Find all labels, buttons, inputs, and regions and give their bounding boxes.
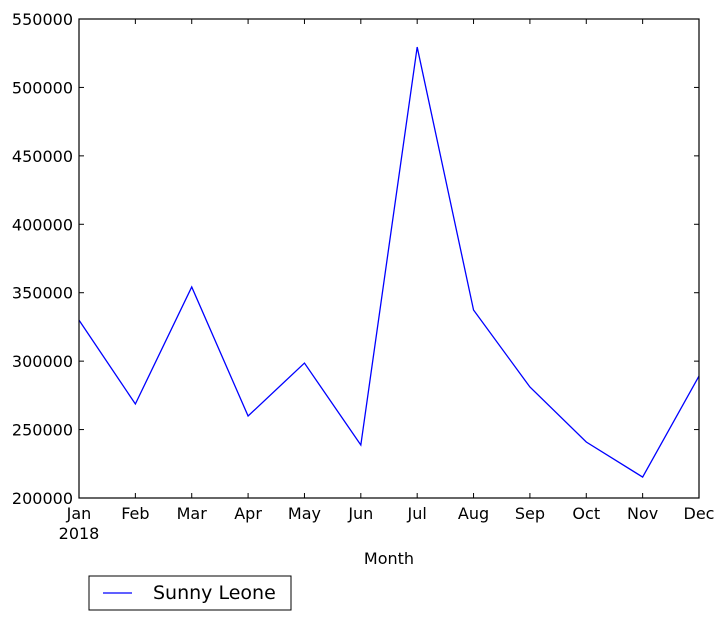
x-tick-label: Jul bbox=[407, 504, 427, 523]
series-line-sunny-leone bbox=[78, 46, 700, 478]
y-tick-label: 400000 bbox=[12, 215, 73, 234]
y-axis-ticks: 200000 250000 300000 350000 400000 450000 5000… bbox=[12, 10, 699, 508]
x-tick-label: Aug bbox=[458, 504, 489, 523]
x-tick-label: Feb bbox=[121, 504, 149, 523]
x-tick-label: Jan bbox=[66, 504, 92, 523]
y-tick-label: 500000 bbox=[12, 78, 73, 97]
y-tick-label: 200000 bbox=[12, 489, 73, 508]
x-tick-label: Apr bbox=[234, 504, 262, 523]
y-tick-label: 300000 bbox=[12, 352, 73, 371]
y-tick-label: 450000 bbox=[12, 147, 73, 166]
x-tick-label: Mar bbox=[177, 504, 208, 523]
line-chart: 200000 250000 300000 350000 400000 450000 5000… bbox=[12, 10, 715, 611]
x-tick-label: May bbox=[288, 504, 321, 523]
x-tick-label: Nov bbox=[627, 504, 658, 523]
x-tick-label: Oct bbox=[572, 504, 600, 523]
x-tick-label: Jun bbox=[347, 504, 373, 523]
plot-area-frame bbox=[78, 18, 700, 499]
y-tick-label: 250000 bbox=[12, 421, 73, 440]
x-axis-label: Month bbox=[364, 549, 414, 568]
x-axis-ticks: Jan Feb Mar Apr May Jun Jul Aug Sep Oct Nov Dec bbox=[66, 19, 715, 523]
x-tick-label: Dec bbox=[684, 504, 715, 523]
y-tick-label: 350000 bbox=[12, 284, 73, 303]
y-tick-label: 550000 bbox=[12, 10, 73, 29]
x-tick-label: Sep bbox=[515, 504, 545, 523]
legend: Sunny Leone bbox=[88, 575, 292, 611]
x-axis-year-label: 2018 bbox=[59, 524, 100, 543]
legend-label: Sunny Leone bbox=[153, 582, 276, 604]
series-lines bbox=[78, 46, 700, 478]
